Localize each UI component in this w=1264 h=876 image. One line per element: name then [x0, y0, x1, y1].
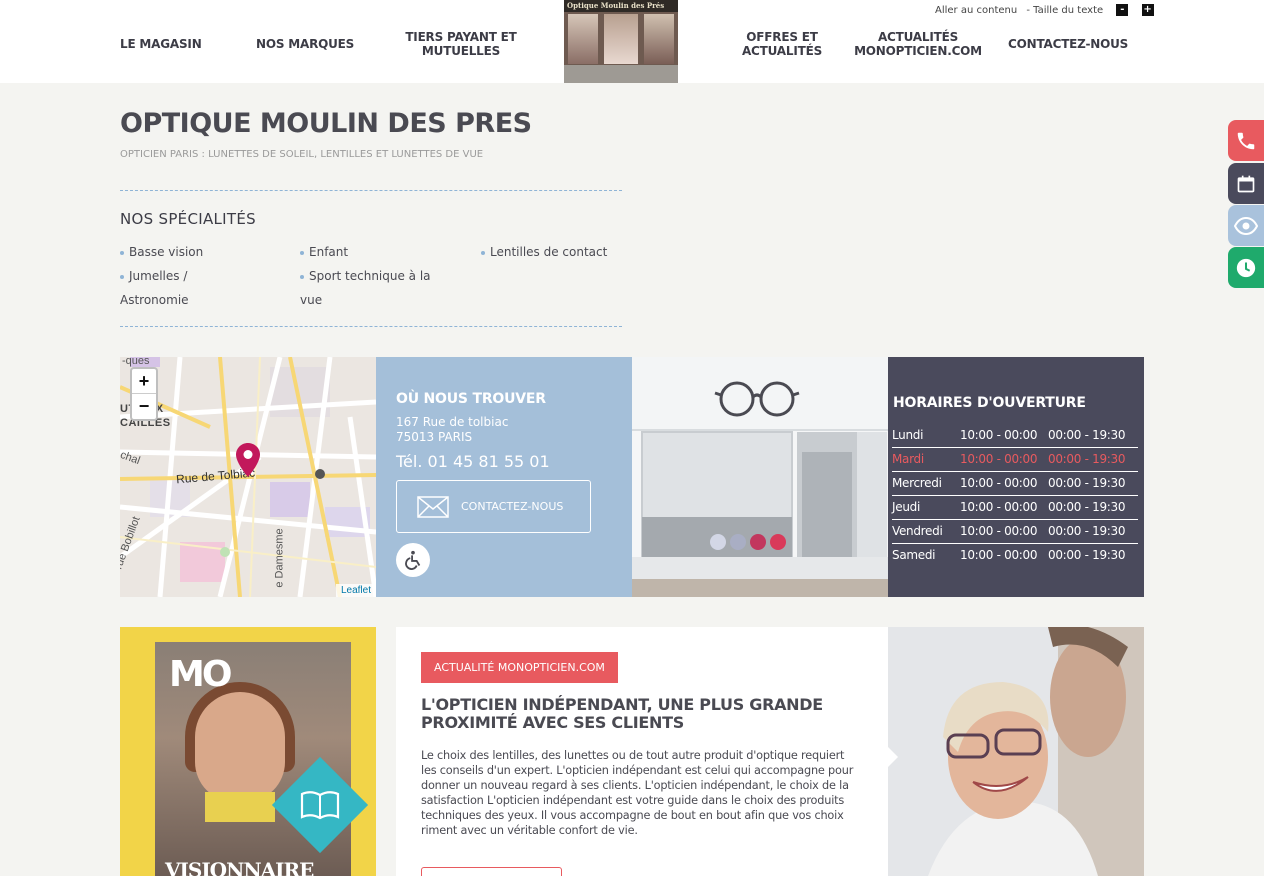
find-us-title: OÙ NOUS TROUVER: [396, 391, 546, 407]
specialty-item: Basse vision: [120, 240, 203, 264]
article-title[interactable]: L'OPTICIEN INDÉPENDANT, UNE PLUS GRANDE …: [421, 696, 861, 732]
store-address: 167 Rue de tolbiac 75013 PARIS: [396, 415, 509, 444]
map-attribution-link[interactable]: Leaflet: [335, 584, 376, 597]
bullet-icon: [481, 250, 485, 255]
hours-row-lundi: Lundi 10:00 - 00:00 00:00 - 19:30: [892, 424, 1138, 448]
open-book-icon: [300, 791, 340, 820]
article-excerpt: Le choix des lentilles, des lunettes ou …: [421, 749, 854, 837]
specialties-column-2: Enfant Sport technique à la vue: [300, 240, 431, 312]
shop-logo-image[interactable]: Optique Moulin des Prés: [564, 0, 678, 83]
bullet-icon: [300, 274, 304, 279]
cover-model-scarf: [205, 792, 275, 822]
specialties-column-3: Lentilles de contact: [481, 240, 607, 264]
specialties-column-1: Basse vision Jumelles / Astronomie: [120, 240, 203, 312]
storefront-graphic: [632, 357, 888, 597]
cover-model-face: [195, 692, 285, 802]
text-size-decrease-button[interactable]: -: [1116, 4, 1129, 16]
eye-icon: [1234, 216, 1258, 235]
map-label-top: -ques: [122, 357, 150, 367]
envelope-icon: [417, 495, 449, 518]
article-category-tag[interactable]: ACTUALITÉ MONOPTICIEN.COM: [421, 652, 618, 683]
map-marker-icon[interactable]: [236, 443, 260, 477]
sidewalk: [564, 65, 678, 83]
clock-icon: [1236, 258, 1256, 277]
nav-le-magasin[interactable]: LE MAGASIN: [120, 37, 202, 51]
map-zoom-out-button[interactable]: −: [132, 394, 156, 419]
specialty-item: Jumelles /: [120, 264, 203, 288]
slider-dot[interactable]: [730, 534, 746, 550]
magazine-promo[interactable]: MO VISIONNAIRE: [120, 627, 376, 876]
hours-row-jeudi: Jeudi 10:00 - 00:00 00:00 - 19:30: [892, 496, 1138, 520]
calendar-icon: [1237, 175, 1255, 192]
opening-hours-panel: HORAIRES D'OUVERTURE Lundi 10:00 - 00:00 0…: [888, 357, 1144, 597]
map-zoom-in-button[interactable]: +: [132, 369, 156, 394]
hours-row-vendredi: Vendredi 10:00 - 00:00 00:00 - 19:30: [892, 520, 1138, 544]
store-map[interactable]: -ques UT AUX CAILLES chal Rue de Tolbiac…: [120, 357, 376, 597]
store-front-illustration: [632, 357, 888, 597]
map-zoom-control: + −: [130, 367, 158, 421]
divider: [120, 326, 622, 327]
nav-nos-marques[interactable]: NOS MARQUES: [256, 37, 354, 51]
phone-side-button[interactable]: [1228, 120, 1264, 161]
bullet-icon: [300, 250, 304, 255]
divider: [120, 190, 622, 191]
find-us-panel: OÙ NOUS TROUVER 167 Rue de tolbiac 75013…: [376, 357, 632, 597]
specialty-item: Sport technique à la: [300, 264, 431, 288]
nav-contactez-nous[interactable]: CONTACTEZ-NOUS: [1008, 37, 1128, 51]
specialties-title: NOS SPÉCIALITÉS: [120, 210, 256, 228]
page-title: OPTIQUE MOULIN DES PRES: [120, 108, 532, 139]
map-label-damesme: e Damesme: [273, 528, 286, 588]
nav-offres-actualites[interactable]: OFFRES ET ACTUALITÉS: [728, 30, 836, 58]
shop-window: [644, 14, 674, 64]
shop-sign: Optique Moulin des Prés: [564, 0, 678, 12]
specialty-item: Astronomie: [120, 293, 189, 307]
magazine-cover-headline: VISIONNAIRE: [165, 858, 314, 876]
specialty-item: vue: [300, 293, 323, 307]
shop-door: [604, 14, 638, 64]
hours-row-samedi: Samedi 10:00 - 00:00 00:00 - 19:30: [892, 548, 1126, 562]
specialty-item: Lentilles de contact: [481, 240, 607, 264]
text-size-increase-button[interactable]: +: [1141, 4, 1154, 16]
slider-dot[interactable]: [710, 534, 726, 550]
article-photo: [888, 627, 1144, 876]
hours-row-mercredi: Mercredi 10:00 - 00:00 00:00 - 19:30: [892, 472, 1138, 496]
store-phone[interactable]: Tél. 01 45 81 55 01: [396, 452, 550, 471]
skip-to-content-link[interactable]: Aller au contenu: [935, 5, 1017, 16]
magazine-logo: MO: [169, 654, 232, 695]
read-more-button[interactable]: [421, 867, 562, 876]
slider-dot[interactable]: [750, 534, 766, 550]
shop-window: [568, 14, 598, 64]
opening-hours-title: HORAIRES D'OUVERTURE: [893, 395, 1086, 411]
page-subtitle: OPTICIEN PARIS : LUNETTES DE SOLEIL, LEN…: [120, 149, 484, 160]
slider-dot[interactable]: [770, 534, 786, 550]
hours-row-mardi: Mardi 10:00 - 00:00 00:00 - 19:30: [892, 448, 1138, 472]
contact-button[interactable]: CONTACTEZ-NOUS: [396, 480, 591, 533]
opening-hours-side-button[interactable]: [1228, 247, 1264, 288]
site-header: LE MAGASIN NOS MARQUES TIERS PAYANT ET M…: [0, 0, 1264, 83]
nav-tiers-payant[interactable]: TIERS PAYANT ET MUTUELLES: [402, 30, 520, 58]
news-article-card: ACTUALITÉ MONOPTICIEN.COM L'OPTICIEN IND…: [396, 627, 888, 876]
accessibility-bar: Aller au contenu - Taille du texte - +: [935, 4, 1160, 16]
bullet-icon: [120, 250, 124, 255]
eye-test-side-button[interactable]: [1228, 205, 1264, 246]
appointment-side-button[interactable]: [1228, 163, 1264, 204]
specialty-item: Enfant: [300, 240, 431, 264]
contact-button-label: CONTACTEZ-NOUS: [461, 500, 564, 513]
nav-actualites-monopticien[interactable]: ACTUALITÉS MONOPTICIEN.COM: [852, 30, 984, 58]
bullet-icon: [120, 274, 124, 279]
phone-icon: [1237, 132, 1255, 149]
slider-dots: [710, 534, 786, 550]
wheelchair-accessible-icon: [396, 543, 430, 577]
smiling-customer-photo: [888, 627, 1144, 876]
text-size-label: - Taille du texte: [1026, 5, 1104, 16]
